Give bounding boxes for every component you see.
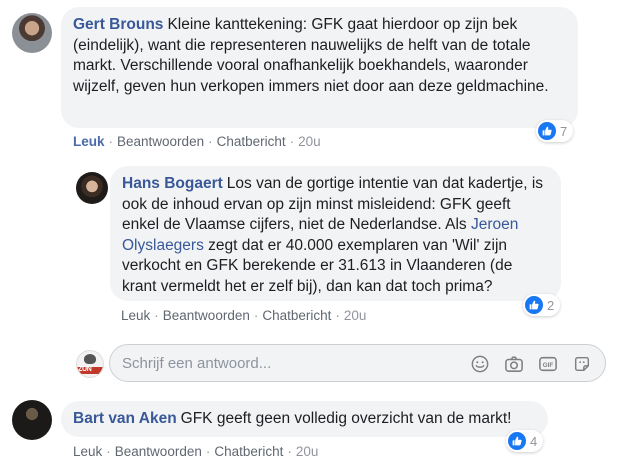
comment-author[interactable]: Bart van Aken [73,410,177,427]
reply-input[interactable] [110,353,454,373]
like-thumb-icon [508,432,526,450]
reaction-count: 4 [530,433,538,449]
comment-timestamp[interactable]: 20u [344,308,367,323]
comment-author[interactable]: Hans Bogaert [122,175,223,192]
avatar-hans-bogaert[interactable] [76,172,108,204]
comment-actions: Leuk · Beantwoorden · Chatbericht · 20u [73,444,319,459]
reaction-count: 2 [547,297,555,313]
reply-link[interactable]: Beantwoorden [115,444,202,459]
comment-bubble-1: Gert Brouns Kleine kanttekening: GFK gaat… [61,7,578,128]
reply-input-box[interactable]: GIF [109,344,606,382]
camera-icon[interactable] [503,353,525,375]
like-link[interactable]: Leuk [121,308,150,323]
svg-text:GIF: GIF [543,362,554,369]
reply-link[interactable]: Beantwoorden [163,308,250,323]
avatar-label: ZUN [78,366,92,373]
comment-timestamp[interactable]: 20u [296,444,319,459]
avatar-bart-van-aken[interactable] [12,400,52,440]
comment-actions: Leuk · Beantwoorden · Chatbericht · 20u [73,134,321,149]
reaction-summary[interactable]: 4 [506,430,544,452]
comment-author[interactable]: Gert Brouns [73,16,163,33]
gif-icon[interactable]: GIF [537,353,559,375]
current-user-avatar: ZUN [76,350,104,378]
comment-text: GFK geeft geen volledig overzicht van de… [180,410,512,427]
emoji-icon[interactable] [469,353,491,375]
reply-tools: GIF [469,353,593,375]
comment-bubble-3: Bart van Aken GFK geeft geen volledig ove… [61,401,548,437]
message-link[interactable]: Chatbericht [217,134,286,149]
message-link[interactable]: Chatbericht [262,308,331,323]
reply-link[interactable]: Beantwoorden [117,134,204,149]
comment-actions: Leuk · Beantwoorden · Chatbericht · 20u [121,308,367,323]
like-link[interactable]: Leuk [73,444,102,459]
sticker-icon[interactable] [571,353,593,375]
like-thumb-icon [525,296,543,314]
reaction-summary[interactable]: 7 [536,120,574,142]
comment-timestamp[interactable]: 20u [298,134,321,149]
like-thumb-icon [538,122,556,140]
reaction-count: 7 [560,123,568,139]
reaction-summary[interactable]: 2 [523,294,561,316]
bird-logo-icon [84,354,96,364]
message-link[interactable]: Chatbericht [214,444,283,459]
avatar-gert-brouns[interactable] [12,13,52,53]
comment-bubble-2: Hans Bogaert Los van de gortige intentie … [110,166,561,301]
like-link[interactable]: Leuk [73,134,105,149]
